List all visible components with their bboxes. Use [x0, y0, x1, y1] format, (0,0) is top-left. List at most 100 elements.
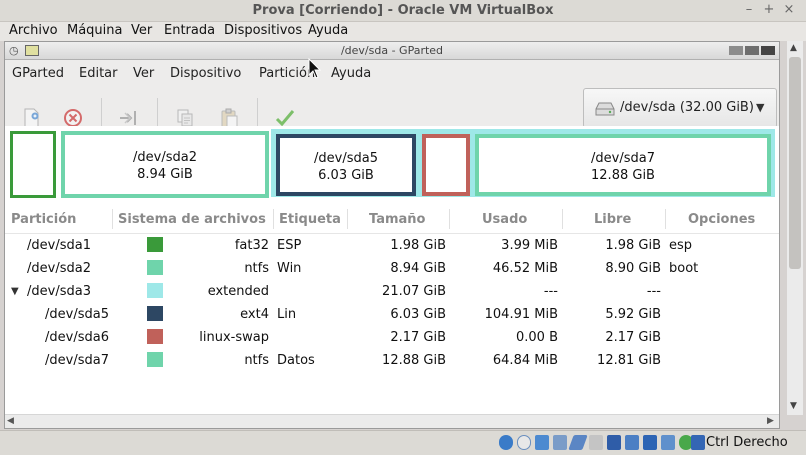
mouse-pointer-icon	[308, 58, 322, 79]
network-icon[interactable]	[535, 435, 549, 450]
usb-icon[interactable]	[553, 435, 567, 450]
gparted-titlebar: ◷ /dev/sda - GParted	[5, 42, 779, 60]
host-key-label: Ctrl Derecho	[706, 435, 788, 450]
column-header-sistema[interactable]: Sistema de archivos	[118, 212, 266, 227]
gparted-menu-particion[interactable]: Partición	[259, 66, 315, 81]
vbox-menu-maquina[interactable]: Máquina	[67, 23, 123, 38]
virtualization-icon[interactable]	[661, 435, 675, 450]
column-header-etiqueta[interactable]: Etiqueta	[279, 212, 341, 227]
table-header: Partición Sistema de archivos Etiqueta T…	[5, 204, 779, 234]
map-partition-sda5[interactable]: /dev/sda5 6.03 GiB	[276, 134, 416, 196]
partition-free: 2.17 GiB	[605, 330, 661, 345]
scrollbar-thumb[interactable]	[789, 57, 801, 269]
drag-drop-icon[interactable]	[589, 435, 603, 450]
partition-used: ---	[543, 284, 558, 299]
gparted-menu-ayuda[interactable]: Ayuda	[331, 66, 371, 81]
partition-color-swatch	[147, 237, 163, 252]
vbox-menu-dispositivos[interactable]: Dispositivos	[224, 23, 302, 38]
scroll-right-icon[interactable]: ▶	[767, 416, 774, 426]
gparted-menu-ver[interactable]: Ver	[133, 66, 154, 81]
guest-display[interactable]: ◷ /dev/sda - GParted GParted Editar Ver …	[4, 41, 780, 429]
partition-free: 12.81 GiB	[597, 353, 661, 368]
display-icon[interactable]	[607, 435, 621, 450]
partition-used: 46.52 MiB	[492, 261, 558, 276]
map-partition-sda1[interactable]	[10, 131, 56, 198]
cpu-icon[interactable]	[643, 435, 657, 450]
gparted-menu-editar[interactable]: Editar	[79, 66, 118, 81]
map-partition-size: 6.03 GiB	[318, 168, 374, 183]
vbox-window-title: Prova [Corriendo] - Oracle VM VirtualBox	[252, 3, 554, 18]
table-row[interactable]: /dev/sda6 linux-swap 2.17 GiB 0.00 B 2.1…	[5, 326, 779, 349]
maximize-icon[interactable]: +	[762, 3, 776, 17]
map-partition-sda2[interactable]: /dev/sda2 8.94 GiB	[61, 131, 269, 198]
partition-used: 64.84 MiB	[492, 353, 558, 368]
partition-size: 12.88 GiB	[382, 353, 446, 368]
map-partition-name: /dev/sda2	[133, 150, 197, 165]
vbox-menu-ver[interactable]: Ver	[131, 23, 152, 38]
expander-arrow-icon[interactable]: ▼	[11, 286, 19, 297]
map-partition-name: /dev/sda5	[314, 151, 378, 166]
vertical-scrollbar[interactable]: ▲ ▼	[787, 41, 803, 415]
partition-table: Partición Sistema de archivos Etiqueta T…	[5, 204, 779, 414]
gparted-maximize-icon[interactable]	[745, 46, 759, 55]
table-row[interactable]: /dev/sda5 ext4 Lin 6.03 GiB 104.91 MiB 5…	[5, 303, 779, 326]
partition-filesystem: ntfs	[244, 261, 269, 276]
device-label: /dev/sda (32.00 GiB)	[620, 100, 754, 115]
gparted-menu-gparted[interactable]: GParted	[12, 66, 64, 81]
vbox-titlebar: Prova [Corriendo] - Oracle VM VirtualBox…	[0, 0, 806, 22]
close-icon[interactable]: ×	[782, 3, 796, 17]
partition-name: /dev/sda6	[45, 330, 109, 345]
scroll-down-icon[interactable]: ▼	[790, 401, 797, 411]
gparted-menu-dispositivo[interactable]: Dispositivo	[170, 66, 241, 81]
vbox-menu-entrada[interactable]: Entrada	[164, 23, 215, 38]
gparted-minimize-icon[interactable]	[729, 46, 743, 55]
column-divider	[665, 209, 666, 229]
horizontal-scrollbar[interactable]: ◀ ▶	[5, 414, 779, 428]
shared-folders-icon[interactable]	[568, 435, 588, 450]
chevron-down-icon: ▼	[756, 101, 765, 114]
partition-color-swatch	[147, 306, 163, 321]
column-divider	[273, 209, 274, 229]
optical-drive-icon[interactable]	[499, 435, 513, 450]
table-row[interactable]: /dev/sda1 fat32 ESP 1.98 GiB 3.99 MiB 1.…	[5, 234, 779, 257]
partition-color-swatch	[147, 329, 163, 344]
table-row[interactable]: ▼ /dev/sda3 extended 21.07 GiB --- ---	[5, 280, 779, 303]
column-header-tamano[interactable]: Tamaño	[369, 212, 425, 227]
column-header-libre[interactable]: Libre	[594, 212, 631, 227]
partition-size: 21.07 GiB	[382, 284, 446, 299]
keyboard-icon[interactable]	[691, 435, 705, 450]
gparted-menubar: GParted Editar Ver Dispositivo Partición…	[5, 58, 779, 88]
map-partition-sda6[interactable]	[422, 134, 470, 196]
column-divider	[449, 209, 450, 229]
partition-free: 1.98 GiB	[605, 238, 661, 253]
vbox-statusbar: Ctrl Derecho	[0, 430, 806, 455]
partition-color-swatch	[147, 352, 163, 367]
table-row[interactable]: /dev/sda2 ntfs Win 8.94 GiB 46.52 MiB 8.…	[5, 257, 779, 280]
scroll-up-icon[interactable]: ▲	[790, 43, 797, 53]
video-capture-icon[interactable]	[625, 435, 639, 450]
partition-free: 5.92 GiB	[605, 307, 661, 322]
column-header-particion[interactable]: Partición	[11, 212, 76, 227]
column-divider	[562, 209, 563, 229]
map-partition-sda7[interactable]: /dev/sda7 12.88 GiB	[475, 134, 771, 196]
device-selector[interactable]: /dev/sda (32.00 GiB) ▼	[583, 88, 777, 128]
partition-used: 0.00 B	[516, 330, 558, 345]
partition-free: 8.90 GiB	[605, 261, 661, 276]
minimize-icon[interactable]: –	[742, 3, 756, 17]
vbox-menu-ayuda[interactable]: Ayuda	[308, 23, 348, 38]
column-header-usado[interactable]: Usado	[482, 212, 527, 227]
gparted-close-icon[interactable]	[761, 46, 775, 55]
vbox-menu-archivo[interactable]: Archivo	[9, 23, 58, 38]
column-divider	[347, 209, 348, 229]
scroll-left-icon[interactable]: ◀	[7, 416, 14, 426]
partition-map: /dev/sda2 8.94 GiB /dev/sda5 6.03 GiB /d…	[5, 126, 779, 204]
column-header-opciones[interactable]: Opciones	[688, 212, 755, 227]
partition-used: 3.99 MiB	[501, 238, 558, 253]
partition-name: /dev/sda7	[45, 353, 109, 368]
audio-icon[interactable]	[517, 435, 531, 450]
partition-color-swatch	[147, 283, 163, 298]
partition-filesystem: fat32	[234, 238, 269, 253]
column-divider	[112, 209, 113, 229]
table-row[interactable]: /dev/sda7 ntfs Datos 12.88 GiB 64.84 MiB…	[5, 349, 779, 372]
partition-name: /dev/sda5	[45, 307, 109, 322]
